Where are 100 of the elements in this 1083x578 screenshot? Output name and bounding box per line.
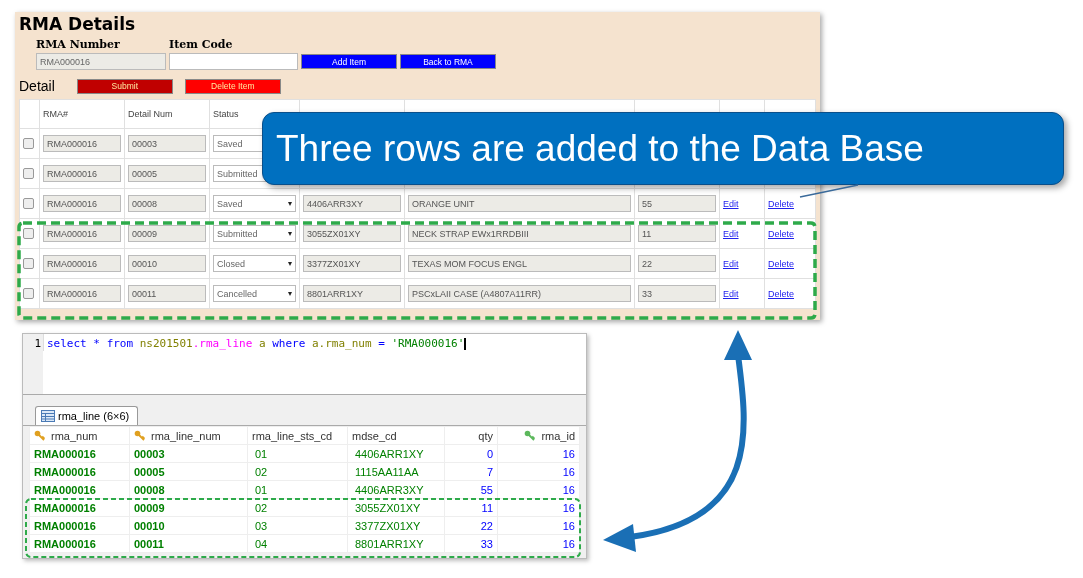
description-field[interactable]: NECK STRAP EWx1RRDBIII [408,225,631,242]
delete-link[interactable]: Delete [768,288,794,299]
result-cell: 02 [247,462,348,481]
detail-num-field[interactable]: 00010 [128,255,206,272]
edit-link[interactable]: Edit [723,228,739,239]
field-label: Item Code [169,38,234,51]
description-field[interactable]: PSCxLAII CASE (A4807A11RR) [408,285,631,302]
result-cell: 8801ARR1XY [347,534,445,553]
result-cell: RMA000016 [29,480,130,499]
delete-link[interactable]: Delete [768,228,794,239]
column-header: qty [478,429,493,442]
key-icon [524,430,536,441]
item-code-field[interactable]: 3055ZX01XY [303,225,401,242]
result-cell: 00010 [129,516,248,535]
column-header: Status [213,109,239,119]
result-cell: 03 [247,516,348,535]
qty-field[interactable]: 33 [638,285,716,302]
detail-num-field[interactable]: 00008 [128,195,206,212]
result-cell: 00008 [129,480,248,499]
column-header: mdse_cd [352,429,397,442]
section-label: Detail [19,78,55,94]
column-header: Detail Num [128,109,173,119]
rma-field[interactable]: RMA000016 [43,255,121,272]
key-icon [34,430,45,441]
page-title: RMA Details [19,14,136,34]
column-header: rma_line_sts_cd [252,429,333,442]
description-field[interactable]: ORANGE UNIT [408,195,631,212]
result-cell: 11 [444,498,498,517]
column-header: rma_num [51,429,98,442]
result-cell: 1115AA11AA [347,462,445,481]
submit-button[interactable]: Submit [76,78,173,94]
status-dropdown[interactable]: Closed [213,255,296,272]
result-cell: 00009 [129,498,248,517]
result-cell: 02 [247,498,348,517]
row-checkbox[interactable] [23,198,34,209]
item-code-field[interactable] [169,53,298,70]
row-checkbox[interactable] [23,138,34,149]
result-cell: 3377ZX01XY [347,516,445,535]
status-dropdown[interactable]: Cancelled [213,285,296,302]
leader-line [799,184,859,198]
qty-field[interactable]: 55 [638,195,716,212]
result-cell: RMA000016 [29,462,130,481]
field-label: RMA Number [36,38,121,51]
action-button[interactable]: Add Item [301,54,397,69]
edit-link[interactable]: Edit [723,288,739,299]
sql-query[interactable]: select * from ns201501.rma_line a where a.rma_num = 'RMA000016' [43,334,467,351]
rma-field[interactable]: RMA000016 [43,165,121,182]
result-cell: 33 [444,534,498,553]
result-cell: 16 [497,534,580,553]
rma-field[interactable]: RMA000016 [43,285,121,302]
result-cell: 4406ARR1XY [347,444,445,463]
rma-field[interactable]: RMA000016 [43,225,121,242]
result-cell: 01 [247,444,348,463]
qty-field[interactable]: 22 [638,255,716,272]
result-cell: 00005 [129,462,248,481]
line-number: 1 [23,334,43,394]
column-header: rma_line_num [151,429,221,442]
row-checkbox[interactable] [23,168,34,179]
detail-num-field[interactable]: 00005 [128,165,206,182]
result-cell: 16 [497,480,580,499]
detail-num-field[interactable]: 00003 [128,135,206,152]
result-cell: 00003 [129,444,248,463]
table-icon [41,410,55,422]
result-cell: 16 [497,498,580,517]
column-header: RMA# [43,109,68,119]
result-cell: 55 [444,480,498,499]
result-cell: 16 [497,516,580,535]
delete-link[interactable]: Delete [768,198,794,209]
edit-link[interactable]: Edit [723,198,739,209]
result-cell: RMA000016 [29,534,130,553]
result-cell: RMA000016 [29,498,130,517]
item-code-field[interactable]: 4406ARR3XY [303,195,401,212]
result-cell: 3055ZX01XY [347,498,445,517]
rma-field[interactable]: RMA000016 [43,135,121,152]
description-field[interactable]: TEXAS MOM FOCUS ENGL [408,255,631,272]
result-cell: RMA000016 [29,444,130,463]
delete-item-button[interactable]: Delete Item [184,78,281,94]
row-checkbox[interactable] [23,228,34,239]
status-dropdown[interactable]: Saved [213,195,296,212]
result-cell: 22 [444,516,498,535]
item-code-field[interactable]: 3377ZX01XY [303,255,401,272]
callout-tooltip: Three rows are added to the Data Base [262,112,1064,185]
edit-link[interactable]: Edit [723,258,739,269]
row-checkbox[interactable] [23,288,34,299]
key-icon [134,430,145,441]
result-tab[interactable]: rma_line (6×6) [35,406,139,425]
item-code-field[interactable]: 8801ARR1XY [303,285,401,302]
result-cell: 00011 [129,534,248,553]
column-header: rma_id [541,429,575,442]
action-button[interactable]: Back to RMA [400,54,496,69]
delete-link[interactable]: Delete [768,258,794,269]
rma-number-field[interactable]: RMA000016 [36,53,166,70]
result-cell: 16 [497,462,580,481]
rma-field[interactable]: RMA000016 [43,195,121,212]
detail-num-field[interactable]: 00011 [128,285,206,302]
status-dropdown[interactable]: Submitted [213,225,296,242]
qty-field[interactable]: 11 [638,225,716,242]
result-cell: RMA000016 [29,516,130,535]
row-checkbox[interactable] [23,258,34,269]
detail-num-field[interactable]: 00009 [128,225,206,242]
